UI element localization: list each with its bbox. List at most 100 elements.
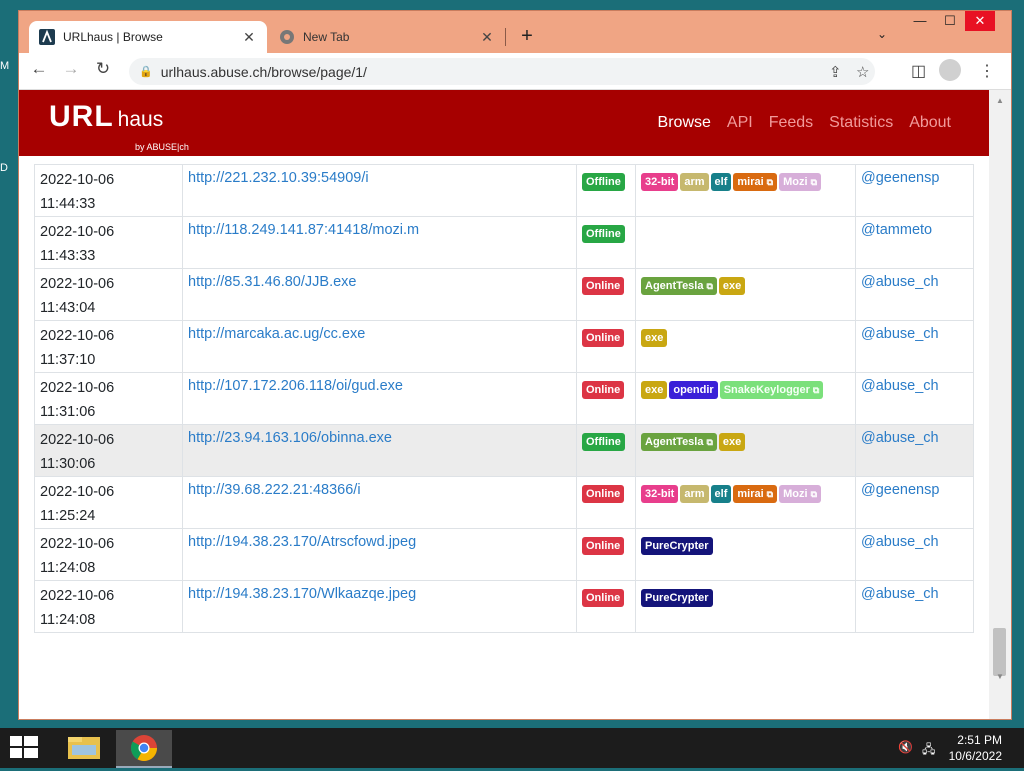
- date-text: 2022-10-06: [40, 380, 115, 396]
- file-explorer-icon[interactable]: [56, 730, 112, 766]
- close-tab-icon[interactable]: ✕: [241, 29, 257, 46]
- url-link[interactable]: http://118.249.141.87:41418/mozi.m: [188, 222, 419, 238]
- reload-icon[interactable]: ↻: [91, 59, 115, 79]
- tag-badge[interactable]: Mozi ⧉: [779, 485, 821, 503]
- tag-badge[interactable]: PureCrypter: [641, 537, 713, 555]
- bookmark-star-icon[interactable]: ☆: [856, 63, 869, 81]
- reporter-link[interactable]: @abuse_ch: [861, 430, 939, 446]
- urlhaus-logo[interactable]: URL haus by ABUSE|ch: [49, 100, 189, 152]
- url-link[interactable]: http://85.31.46.80/JJB.exe: [188, 274, 356, 290]
- scroll-down-icon[interactable]: ▼: [996, 672, 1004, 681]
- tag-badge[interactable]: exe: [641, 329, 668, 347]
- reporter-cell: @geenensp: [855, 476, 974, 529]
- tab-strip: URLhaus | Browse ✕ New Tab ✕ + ⌄ — ☐ ✕: [19, 11, 1011, 53]
- reporter-link[interactable]: @geenensp: [861, 482, 939, 498]
- tag-badge[interactable]: arm: [680, 485, 709, 503]
- close-tab-icon[interactable]: ✕: [479, 29, 495, 46]
- tag-label: exe: [722, 280, 742, 292]
- reporter-link[interactable]: @abuse_ch: [861, 378, 939, 394]
- tag-label: SnakeKeylogger: [723, 384, 810, 396]
- menu-browse[interactable]: Browse: [658, 114, 711, 132]
- system-clock[interactable]: 2:51 PM 10/6/2022: [949, 732, 1002, 764]
- tag-badge[interactable]: 32-bit: [641, 173, 679, 191]
- table-row: 2022-10-06 11:31:06 http://107.172.206.118…: [34, 372, 974, 425]
- tag-badge[interactable]: SnakeKeylogger ⧉: [719, 381, 824, 399]
- tag-badge[interactable]: AgentTesla ⧉: [641, 277, 717, 295]
- tag-badge[interactable]: exe: [718, 277, 746, 295]
- menu-feeds[interactable]: Feeds: [769, 114, 813, 132]
- page-scrollbar[interactable]: ▲ ▼: [989, 90, 1011, 719]
- url-cell: http://23.94.163.106/obinna.exe: [182, 424, 577, 477]
- tag-badge[interactable]: exe: [718, 433, 746, 451]
- tag-badge[interactable]: elf: [710, 485, 732, 503]
- windows-start-icon[interactable]: [10, 736, 38, 760]
- reporter-link[interactable]: @abuse_ch: [861, 534, 939, 550]
- reporter-cell: @abuse_ch: [855, 528, 974, 581]
- tags-cell: AgentTesla ⧉ exe: [635, 268, 856, 321]
- new-tab-button[interactable]: +: [515, 25, 539, 48]
- page-viewport: URL haus by ABUSE|ch Browse API Feeds Sta…: [19, 90, 1011, 719]
- scrollbar-thumb[interactable]: [993, 628, 1006, 676]
- tag-badge[interactable]: arm: [680, 173, 709, 191]
- url-cell: http://118.249.141.87:41418/mozi.m: [182, 216, 577, 269]
- volume-muted-icon[interactable]: 🔇: [898, 740, 913, 754]
- tag-badge[interactable]: exe: [641, 381, 668, 399]
- side-panel-icon[interactable]: ◫: [911, 61, 926, 81]
- back-arrow-icon[interactable]: ←: [27, 59, 51, 79]
- tag-badge[interactable]: Mozi ⧉: [779, 173, 821, 191]
- external-link-icon: ⧉: [810, 489, 817, 499]
- reporter-link[interactable]: @abuse_ch: [861, 326, 939, 342]
- scroll-up-icon[interactable]: ▲: [996, 96, 1004, 105]
- close-window-button[interactable]: ✕: [965, 11, 995, 31]
- chrome-taskbar-icon[interactable]: [116, 730, 172, 768]
- tag-badge[interactable]: AgentTesla ⧉: [641, 433, 717, 451]
- reporter-link[interactable]: @tammeto: [861, 222, 932, 238]
- address-bar[interactable]: 🔒 urlhaus.abuse.ch/browse/page/1/ ⇪ ☆: [129, 58, 875, 85]
- site-header: URL haus by ABUSE|ch Browse API Feeds Sta…: [19, 90, 989, 156]
- url-link[interactable]: http://39.68.222.21:48366/i: [188, 482, 361, 498]
- time-text: 11:24:08: [40, 612, 96, 628]
- menu-api[interactable]: API: [727, 114, 753, 132]
- tab-new-tab[interactable]: New Tab ✕: [269, 21, 505, 53]
- logo-sub-text: haus: [117, 108, 164, 131]
- profile-avatar[interactable]: [939, 59, 961, 81]
- tag-badge[interactable]: PureCrypter: [641, 589, 713, 607]
- status-cell: Online: [576, 528, 636, 581]
- reporter-link[interactable]: @abuse_ch: [861, 274, 939, 290]
- tag-label: 32-bit: [645, 176, 675, 188]
- minimize-button[interactable]: —: [905, 13, 935, 28]
- tag-badge[interactable]: opendir: [669, 381, 718, 399]
- url-cell: http://39.68.222.21:48366/i: [182, 476, 577, 529]
- share-icon[interactable]: ⇪: [829, 63, 842, 81]
- tag-badge[interactable]: mirai ⧉: [733, 173, 778, 191]
- forward-arrow-icon[interactable]: →: [59, 59, 83, 79]
- menu-statistics[interactable]: Statistics: [829, 114, 893, 132]
- url-cell: http://85.31.46.80/JJB.exe: [182, 268, 577, 321]
- desktop-label: M: [0, 60, 10, 72]
- tab-search-chevron-icon[interactable]: ⌄: [877, 27, 887, 41]
- reporter-link[interactable]: @abuse_ch: [861, 586, 939, 602]
- url-table: 2022-10-06 11:44:33 http://221.232.10.39:5…: [34, 164, 974, 633]
- url-link[interactable]: http://194.38.23.170/Wlkaazqe.jpeg: [188, 586, 416, 602]
- taskbar: 🔇 🖧 2:51 PM 10/6/2022: [0, 728, 1024, 768]
- url-cell: http://107.172.206.118/oi/gud.exe: [182, 372, 577, 425]
- tags-cell: [635, 216, 856, 269]
- network-icon[interactable]: 🖧: [922, 740, 935, 761]
- tag-badge[interactable]: 32-bit: [641, 485, 679, 503]
- tag-badge[interactable]: mirai ⧉: [733, 485, 778, 503]
- reporter-link[interactable]: @geenensp: [861, 170, 939, 186]
- url-link[interactable]: http://23.94.163.106/obinna.exe: [188, 430, 392, 446]
- maximize-button[interactable]: ☐: [935, 13, 965, 29]
- tag-badge[interactable]: elf: [710, 173, 732, 191]
- tag-label: exe: [645, 332, 664, 344]
- tab-urlhaus[interactable]: URLhaus | Browse ✕: [29, 21, 267, 53]
- kebab-menu-icon[interactable]: ⋮: [979, 61, 995, 81]
- url-link[interactable]: http://107.172.206.118/oi/gud.exe: [188, 378, 403, 394]
- tag-label: arm: [684, 176, 705, 188]
- url-link[interactable]: http://marcaka.ac.ug/cc.exe: [188, 326, 365, 342]
- menu-about[interactable]: About: [909, 114, 951, 132]
- url-link[interactable]: http://221.232.10.39:54909/i: [188, 170, 369, 186]
- status-cell: Offline: [576, 164, 636, 217]
- url-link[interactable]: http://194.38.23.170/Atrscfowd.jpeg: [188, 534, 416, 550]
- reporter-cell: @abuse_ch: [855, 372, 974, 425]
